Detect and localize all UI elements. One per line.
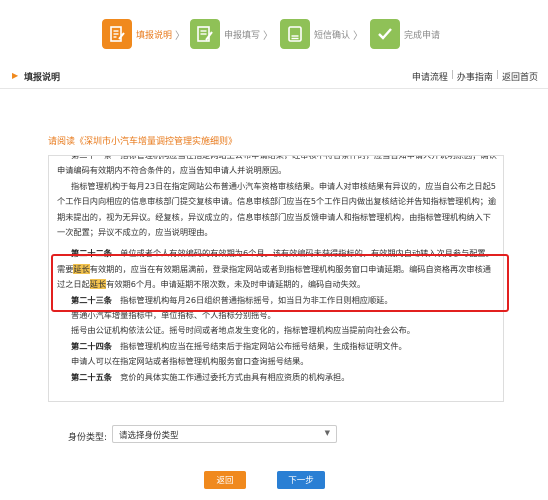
page-title: 填报说明 (24, 73, 61, 83)
step-label: 填报说明 (136, 30, 173, 41)
form-edit-icon (190, 19, 220, 49)
edit-icon (102, 19, 132, 49)
step-application-fill: 申报填写 〉 (190, 18, 273, 50)
back-button[interactable]: 返回 (204, 471, 246, 489)
progress-steps: 填报说明 〉 申报填写 〉 短信确认 〉 完成申请 (0, 0, 548, 62)
id-type-label: 身份类型: (68, 433, 108, 443)
link-service-guide[interactable]: 办事指南 (457, 70, 493, 83)
step-fill-instructions: 填报说明 〉 (102, 18, 185, 50)
chevron-right-icon: 〉 (353, 30, 364, 42)
highlight-annotation-box (51, 254, 509, 312)
header-links: 申请流程 | 办事指南 | 返回首页 (412, 70, 538, 83)
link-application-process[interactable]: 申请流程 (412, 70, 448, 83)
step-sms-confirm: 短信确认 〉 (280, 18, 363, 50)
step-label: 申报填写 (224, 30, 261, 41)
paragraph: 申请人可以在指定网站或者指标管理机构服务窗口查询摇号结果。 (71, 356, 309, 367)
paragraph: 第二十四条 指标管理机构应当在摇号结束后于指定网站公布摇号结果，生成指标证明文件… (57, 339, 497, 354)
step-label: 完成申请 (404, 30, 441, 41)
caret-right-icon: ▶ (12, 71, 19, 80)
step-complete: 完成申请 (370, 18, 440, 50)
id-type-select[interactable]: 请选择身份类型 ▼ (112, 425, 337, 443)
paragraph: 第二十一条 指标管理机构应当在指定网站上公布申请结果，经审核不符合条件的，应当告… (57, 155, 497, 176)
id-type-placeholder: 请选择身份类型 (119, 431, 179, 441)
section-header: ▶ 填报说明 申请流程 | 办事指南 | 返回首页 (0, 66, 548, 89)
paragraph: 第二十五条 竞价的具体实施工作通过委托方式由具有相应资质的机构承担。 (57, 370, 497, 385)
step-label: 短信确认 (314, 30, 351, 41)
chevron-right-icon: 〉 (263, 30, 274, 42)
text: 竞价的具体实施工作通过委托方式由具有相应资质的机构承担。 (111, 371, 350, 382)
paragraph: 指标管理机构于每月23日在指定网站公布普通小汽车资格审核结果。申请人对审核结果有… (57, 180, 497, 238)
article-heading: 第二十四条 (71, 340, 112, 351)
dropdown-arrow-icon: ▼ (324, 429, 330, 437)
paragraph: 摇号由公证机构依法公证。摇号时间或者地点发生变化的，指标管理机构应当提前向社会公… (71, 325, 415, 336)
divider: | (450, 70, 454, 80)
text: 指标管理机构应当在摇号结束后于指定网站公布摇号结果，生成指标证明文件。 (111, 340, 407, 351)
chevron-right-icon: 〉 (175, 30, 186, 42)
divider: | (495, 70, 499, 80)
link-home[interactable]: 返回首页 (502, 70, 538, 83)
article-heading: 第二十五条 (71, 371, 112, 382)
message-icon (280, 19, 310, 49)
check-icon (370, 19, 400, 49)
read-notice: 请阅读《深圳市小汽车增量调控管理实施细则》 (48, 137, 238, 147)
next-step-button[interactable]: 下一步 (277, 471, 325, 489)
